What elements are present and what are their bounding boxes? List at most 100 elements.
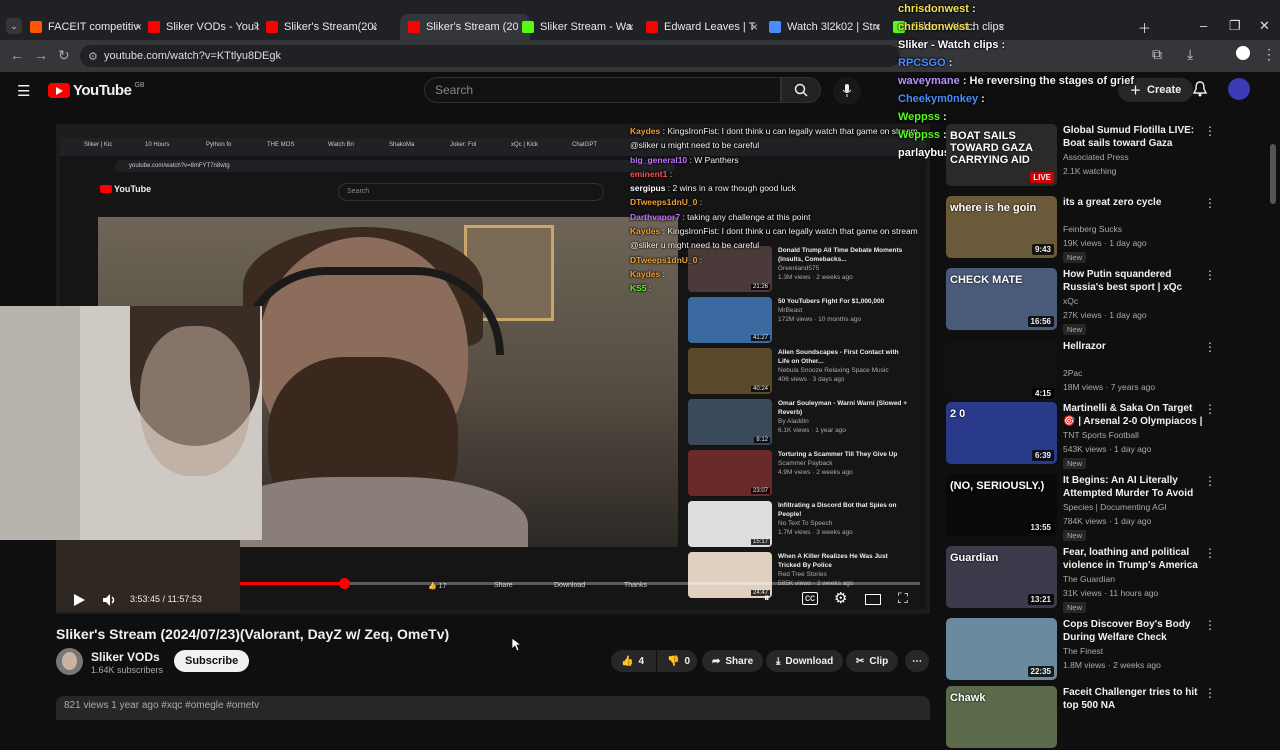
video-channel[interactable]: The Guardian bbox=[1063, 574, 1115, 584]
recommended-video[interactable]: 22:35 Cops Discover Boy's Body During Wel… bbox=[946, 618, 1216, 682]
chat-message: Sliker - Watch clips : bbox=[898, 36, 1148, 54]
progress-scrubber[interactable] bbox=[338, 578, 350, 589]
dislike-button[interactable]: 👎 0 bbox=[657, 650, 697, 672]
tab-close-icon[interactable]: × bbox=[253, 20, 260, 34]
tab-close-icon[interactable]: × bbox=[135, 20, 142, 34]
menu-icon[interactable]: ⋮ bbox=[1262, 46, 1276, 63]
search-input[interactable]: Search bbox=[424, 77, 781, 103]
recommended-video[interactable]: where is he goin 9:43 its a great zero cyc… bbox=[946, 196, 1216, 263]
url-input[interactable]: ⚙ youtube.com/watch?v=KTtlyu8DEgk bbox=[80, 45, 900, 67]
browser-tab[interactable]: Sliker's Stream(2024/× bbox=[266, 17, 380, 37]
share-button[interactable]: ➦ Share bbox=[702, 650, 764, 672]
subscribe-button[interactable]: Subscribe bbox=[174, 650, 250, 672]
video-thumbnail[interactable]: Chawk bbox=[946, 686, 1057, 748]
description-box[interactable]: 821 views 1 year ago #xqc #omegle #ometv bbox=[56, 696, 930, 720]
play-icon[interactable] bbox=[72, 593, 86, 607]
video-title-link[interactable]: Hellrazor bbox=[1063, 340, 1203, 353]
youtube-logo[interactable]: YouTube GB bbox=[48, 82, 145, 99]
more-vertical-icon[interactable]: ⋮ bbox=[1204, 546, 1216, 560]
recommended-video[interactable]: 4:15 Hellrazor 2Pac 18M views · 7 years ago… bbox=[946, 340, 1216, 404]
browser-tab[interactable]: Sliker VODs - YouTub× bbox=[148, 17, 262, 37]
video-thumbnail[interactable]: 4:15 bbox=[946, 340, 1057, 402]
browser-tab[interactable]: FACEIT competitive m× bbox=[30, 17, 144, 37]
channel-name[interactable]: Sliker VODs bbox=[91, 650, 160, 664]
scrollbar-thumb[interactable] bbox=[1270, 144, 1276, 204]
maximize-icon[interactable]: ❐ bbox=[1229, 18, 1241, 34]
back-icon[interactable]: ← bbox=[10, 47, 24, 63]
fullscreen-icon[interactable]: ⛶ bbox=[898, 590, 908, 607]
more-vertical-icon[interactable]: ⋮ bbox=[1204, 196, 1216, 210]
browser-tab[interactable]: Sliker's Stream (2024/0× bbox=[400, 14, 530, 40]
video-title-link[interactable]: How Putin squandered Russia's best sport… bbox=[1063, 268, 1203, 295]
video-channel[interactable]: 2Pac bbox=[1063, 368, 1082, 378]
reload-icon[interactable]: ↻ bbox=[58, 47, 70, 64]
tab-close-icon[interactable]: × bbox=[627, 20, 634, 34]
volume-icon[interactable] bbox=[102, 593, 118, 607]
video-thumbnail[interactable]: 22:35 bbox=[946, 618, 1057, 680]
more-vertical-icon[interactable]: ⋮ bbox=[1204, 124, 1216, 138]
more-vertical-icon[interactable]: ⋮ bbox=[1204, 340, 1216, 354]
video-title-link[interactable]: its a great zero cycle bbox=[1063, 196, 1203, 209]
video-thumbnail[interactable]: CHECK MATE 16:56 bbox=[946, 268, 1057, 330]
hamburger-icon[interactable]: ☰ bbox=[17, 82, 30, 100]
more-vertical-icon[interactable]: ⋮ bbox=[1204, 402, 1216, 416]
clip-button[interactable]: ✂ Clip bbox=[846, 650, 899, 672]
pause-indicator-icon[interactable]: ⏸ bbox=[764, 592, 770, 605]
more-vertical-icon[interactable]: ⋮ bbox=[1204, 618, 1216, 632]
close-window-icon[interactable]: ✕ bbox=[1259, 18, 1270, 34]
recommended-video[interactable]: (NO, SERIOUSLY.) 13:55 It Begins: An AI Li… bbox=[946, 474, 1216, 541]
like-button[interactable]: 👍 4 bbox=[611, 650, 656, 672]
video-thumbnail[interactable]: 2 0 6:39 bbox=[946, 402, 1057, 464]
video-title-link[interactable]: Cops Discover Boy's Body During Welfare … bbox=[1063, 618, 1203, 644]
more-vertical-icon[interactable]: ⋮ bbox=[1204, 686, 1216, 700]
settings-gear-icon[interactable]: ⚙ bbox=[834, 589, 847, 607]
tab-list-button[interactable]: ⌄ bbox=[6, 18, 22, 34]
video-channel[interactable]: Species | Documenting AGI bbox=[1063, 502, 1167, 512]
video-title-link[interactable]: It Begins: An AI Literally Attempted Mur… bbox=[1063, 474, 1203, 501]
account-avatar[interactable] bbox=[1228, 78, 1250, 100]
recommended-video[interactable]: CHECK MATE 16:56 How Putin squandered Russ… bbox=[946, 268, 1216, 335]
browser-tab[interactable]: Sliker Stream - Watch× bbox=[522, 17, 636, 37]
video-thumbnail[interactable]: where is he goin 9:43 bbox=[946, 196, 1057, 258]
video-channel[interactable]: The Finest bbox=[1063, 646, 1103, 656]
video-thumbnail[interactable]: Guardian 13:21 bbox=[946, 546, 1057, 608]
channel-avatar[interactable] bbox=[56, 648, 83, 675]
forward-icon[interactable]: → bbox=[34, 47, 48, 63]
video-channel[interactable]: Associated Press bbox=[1063, 152, 1129, 162]
video-title-link[interactable]: Fear, loathing and political violence in… bbox=[1063, 546, 1203, 573]
more-vertical-icon[interactable]: ⋮ bbox=[1204, 268, 1216, 282]
voice-search-button[interactable] bbox=[833, 77, 861, 105]
notifications-bell-icon[interactable] bbox=[1193, 81, 1207, 97]
download-icon[interactable]: ⤓ bbox=[1187, 46, 1193, 63]
captions-icon[interactable]: cc bbox=[802, 592, 818, 605]
inner-browser-tab: Joker: Fol bbox=[450, 142, 477, 148]
video-thumbnail[interactable]: (NO, SERIOUSLY.) 13:55 bbox=[946, 474, 1057, 536]
video-channel[interactable]: xQc bbox=[1063, 296, 1078, 306]
video-title-link[interactable]: Faceit Challenger tries to hit top 500 N… bbox=[1063, 686, 1203, 712]
minimize-icon[interactable]: – bbox=[1200, 18, 1207, 33]
browser-tab[interactable]: Edward Leaves | Thor× bbox=[646, 17, 760, 37]
recommended-video[interactable]: 2 0 6:39 Martinelli & Saka On Target 🎯 | A… bbox=[946, 402, 1216, 469]
tab-close-icon[interactable]: × bbox=[874, 20, 881, 34]
recommended-video[interactable]: Guardian 13:21 Fear, loathing and politica… bbox=[946, 546, 1216, 613]
recommended-video[interactable]: Chawk Faceit Challenger tries to hit top … bbox=[946, 686, 1216, 750]
profile-icon[interactable] bbox=[1236, 46, 1250, 60]
video-thumbnail[interactable]: BOAT SAILS TOWARD GAZA CARRYING AID LIVE bbox=[946, 124, 1057, 186]
download-button[interactable]: ⤓ Download bbox=[766, 650, 844, 672]
recommended-video[interactable]: BOAT SAILS TOWARD GAZA CARRYING AID LIVE G… bbox=[946, 124, 1216, 188]
tab-close-icon[interactable]: × bbox=[371, 20, 378, 34]
more-vertical-icon[interactable]: ⋮ bbox=[1204, 474, 1216, 488]
inner-reco-thumbnail: 41:27 bbox=[688, 297, 772, 343]
more-actions-button[interactable]: ⋯ bbox=[905, 650, 929, 672]
tab-close-icon[interactable]: × bbox=[751, 20, 758, 34]
video-title-link[interactable]: Global Sumud Flotilla LIVE: Boat sails t… bbox=[1063, 124, 1203, 151]
browser-tab[interactable]: Watch 3l2k02 | Strea × bbox=[769, 17, 883, 37]
video-channel[interactable]: Feinberg Sucks bbox=[1063, 224, 1122, 234]
extension-icon[interactable]: ⧉ bbox=[1152, 46, 1162, 63]
video-title-link[interactable]: Martinelli & Saka On Target 🎯 | Arsenal … bbox=[1063, 402, 1203, 429]
search-button[interactable] bbox=[781, 77, 821, 103]
site-info-icon[interactable]: ⚙ bbox=[88, 50, 98, 63]
page-scrollbar[interactable] bbox=[1270, 124, 1276, 704]
theater-mode-icon[interactable] bbox=[865, 594, 881, 605]
video-channel[interactable]: TNT Sports Football bbox=[1063, 430, 1139, 440]
